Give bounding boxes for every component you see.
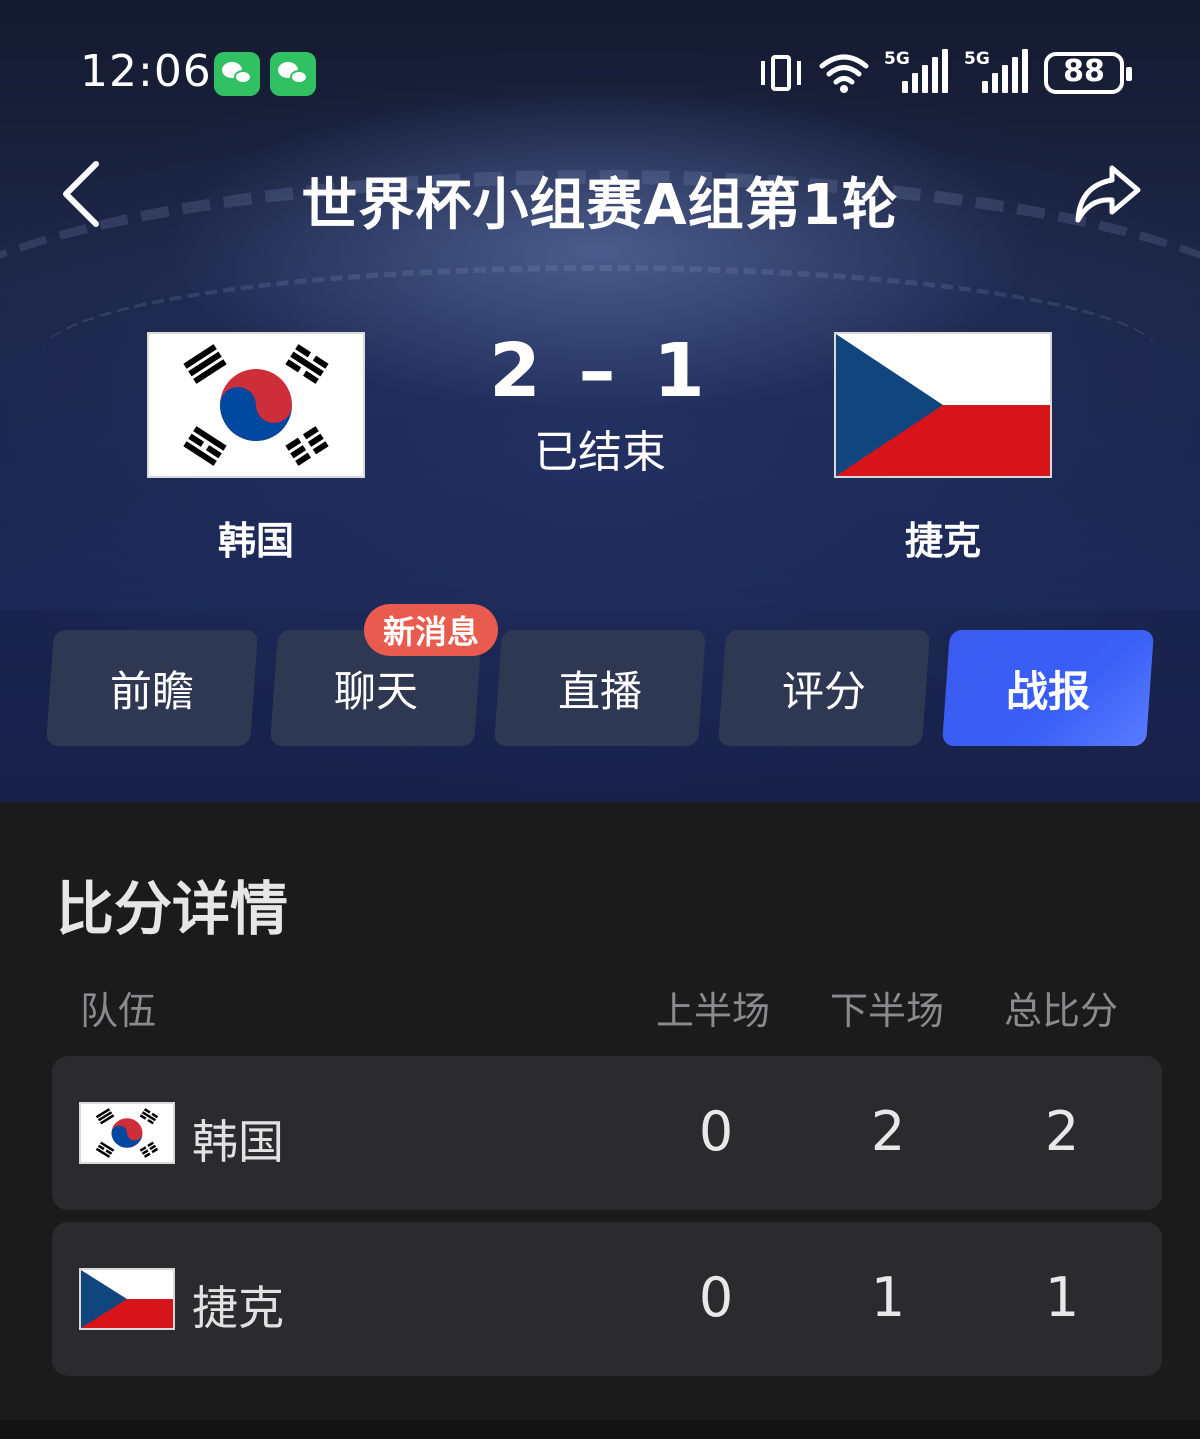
bottom-divider	[0, 1420, 1200, 1439]
clock: 12:06	[80, 46, 212, 97]
cellular-signal-icon: 5G	[884, 49, 950, 95]
tab-preview[interactable]: 前瞻	[45, 630, 259, 746]
table-header: 队伍 上半场 下半场 总比分	[0, 980, 1200, 1033]
battery-icon: 88	[1044, 52, 1132, 94]
czech-flag	[79, 1268, 175, 1330]
tab-label: 战报	[1005, 666, 1090, 716]
match-header: 12:06 5G 5G 88 世界杯小组赛A组第1轮 韩国 2 – 1 已结束 …	[0, 0, 1200, 802]
team-name: 韩国	[192, 1115, 284, 1169]
tab-label: 前瞻	[109, 666, 194, 716]
network-type-label: 5G	[884, 49, 910, 69]
match-tabs: 前瞻 聊天 直播 评分 战报	[45, 630, 1156, 746]
share-icon[interactable]	[1072, 160, 1144, 226]
second-half-score: 2	[870, 1100, 906, 1163]
wechat-notification-icon	[214, 52, 260, 96]
battery-level: 88	[1063, 54, 1105, 89]
back-icon[interactable]	[56, 158, 106, 230]
section-title: 比分详情	[56, 875, 289, 943]
match-score: 2 – 1	[489, 328, 711, 414]
team-name: 捷克	[192, 1281, 284, 1335]
column-header-first-half: 上半场	[656, 989, 771, 1033]
tab-live[interactable]: 直播	[493, 630, 707, 746]
wechat-notification-icon	[270, 52, 316, 96]
tab-ratings[interactable]: 评分	[717, 630, 931, 746]
south-korea-flag	[79, 1102, 175, 1164]
column-header-total: 总比分	[1004, 989, 1119, 1033]
south-korea-flag	[147, 332, 365, 478]
total-score: 1	[1044, 1266, 1080, 1329]
page-title: 世界杯小组赛A组第1轮	[301, 173, 899, 238]
home-team-name: 韩国	[217, 519, 294, 563]
table-row: 捷克 0 1 1	[52, 1222, 1162, 1376]
total-score: 2	[1044, 1100, 1080, 1163]
table-row: 韩国 0 2 2	[52, 1056, 1162, 1210]
second-half-score: 1	[870, 1266, 906, 1329]
match-status: 已结束	[534, 427, 666, 478]
wifi-icon	[819, 54, 869, 93]
network-type-label: 5G	[964, 49, 990, 69]
column-header-team: 队伍	[80, 989, 157, 1033]
cellular-signal-icon: 5G	[964, 49, 1030, 95]
away-team-name: 捷克	[904, 519, 981, 563]
first-half-score: 0	[698, 1266, 734, 1329]
status-bar: 12:06 5G 5G 88	[0, 0, 1200, 150]
czech-flag	[834, 332, 1052, 478]
tab-label: 评分	[781, 666, 866, 716]
new-message-badge: 新消息	[364, 604, 498, 656]
vibrate-icon	[758, 52, 804, 94]
first-half-score: 0	[698, 1100, 734, 1163]
tab-report[interactable]: 战报	[941, 630, 1155, 746]
tab-label: 聊天	[333, 666, 418, 716]
tab-label: 直播	[557, 666, 642, 716]
column-header-second-half: 下半场	[830, 989, 945, 1033]
